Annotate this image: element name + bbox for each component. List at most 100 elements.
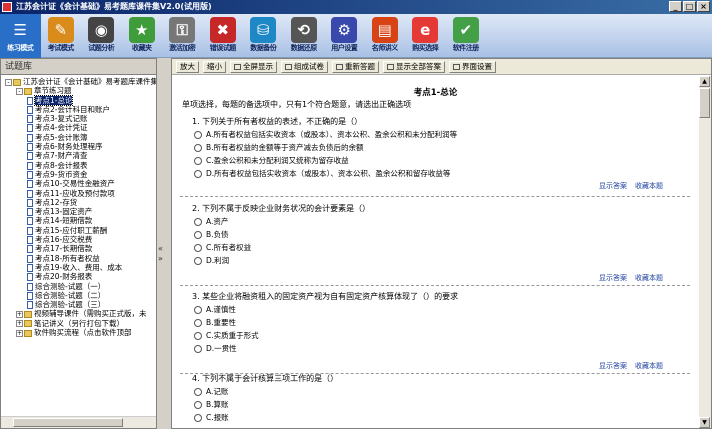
close-button[interactable]: × bbox=[697, 1, 710, 12]
collapse-left-icon[interactable]: « bbox=[158, 244, 163, 253]
answer-option[interactable]: D.所有者权益包括实收资本（或股本）、资本公积、盈余公积和留存收益等 bbox=[172, 167, 699, 180]
toolbar-button-mode[interactable]: ☰ 练习模式 bbox=[0, 14, 41, 58]
radio-button[interactable] bbox=[194, 401, 202, 409]
tree-item[interactable]: 考点2-会计科目和账户 bbox=[1, 105, 156, 114]
radio-button[interactable] bbox=[194, 170, 202, 178]
answer-option[interactable]: C.所有者权益 bbox=[172, 241, 699, 254]
toolbar-button-activate[interactable]: ⚿ 激活加密 bbox=[162, 14, 203, 58]
tree-item[interactable]: 考点17-长期借款 bbox=[1, 244, 156, 254]
toolbar-button-user-settings[interactable]: ⚙ 用户设置 bbox=[324, 14, 365, 58]
tree-item[interactable]: 考点16-应交税费 bbox=[1, 235, 156, 245]
radio-button[interactable] bbox=[194, 345, 202, 353]
radio-button[interactable] bbox=[194, 257, 202, 265]
collapse-icon[interactable]: - bbox=[5, 78, 12, 86]
radio-button[interactable] bbox=[194, 319, 202, 327]
radio-button[interactable] bbox=[194, 157, 202, 165]
tree-item[interactable]: 考点7-财产清查 bbox=[1, 151, 156, 161]
bookmark-link[interactable]: 收藏本题 bbox=[635, 274, 663, 282]
answer-option[interactable]: C.实质重于形式 bbox=[172, 329, 699, 342]
answer-option[interactable]: C.盈余公积和未分配利润又统称为留存收益 bbox=[172, 154, 699, 167]
answer-option[interactable]: C.报账 bbox=[172, 411, 699, 424]
horizontal-scrollbar[interactable] bbox=[1, 416, 156, 428]
tree-item[interactable]: 考点6-财务处理程序 bbox=[1, 142, 156, 152]
show-answer-link[interactable]: 显示答案 bbox=[599, 274, 627, 282]
vertical-scrollbar[interactable]: ▲ ▼ bbox=[699, 76, 711, 428]
tree-item[interactable]: 考点12-存货 bbox=[1, 198, 156, 207]
toolbar-button-error[interactable]: ✖ 错误试题 bbox=[203, 14, 244, 58]
toolbar-button-backup[interactable]: ⛁ 数据备份 bbox=[243, 14, 284, 58]
radio-button[interactable] bbox=[194, 388, 202, 396]
tree-folder[interactable]: - 江苏会计证《会计基础》易考题库课件集 bbox=[1, 77, 156, 86]
tree-item[interactable]: 考点4-会计凭证 bbox=[1, 123, 156, 133]
radio-button[interactable] bbox=[194, 231, 202, 239]
bookmark-link[interactable]: 收藏本题 bbox=[635, 362, 663, 370]
minimize-button[interactable]: _ bbox=[669, 1, 682, 12]
expand-icon[interactable]: + bbox=[16, 329, 23, 337]
toolbar-button-register[interactable]: ✔ 软件注册 bbox=[446, 14, 487, 58]
bookmark-link[interactable]: 收藏本题 bbox=[635, 182, 663, 190]
tree-folder[interactable]: + 笔记讲义（另行打包下载） bbox=[1, 319, 156, 328]
content-toolbar-button[interactable]: 缩小 bbox=[203, 60, 226, 73]
toolbar-label: 数据备份 bbox=[250, 44, 277, 52]
answer-option[interactable]: D.利润 bbox=[172, 254, 699, 267]
toolbar-button-lecture[interactable]: ▤ 名师讲义 bbox=[365, 14, 406, 58]
radio-button[interactable] bbox=[194, 332, 202, 340]
scrollbar-thumb[interactable] bbox=[13, 418, 123, 427]
radio-button[interactable] bbox=[194, 218, 202, 226]
maximize-button[interactable]: □ bbox=[683, 1, 696, 12]
answer-option[interactable]: A.谨慎性 bbox=[172, 303, 699, 316]
show-answer-link[interactable]: 显示答案 bbox=[599, 362, 627, 370]
tree-item[interactable]: 综合测验-试题（二） bbox=[1, 291, 156, 300]
answer-option[interactable]: A.所有者权益包括实收资本（或股本）、资本公积、盈余公积和未分配利润等 bbox=[172, 128, 699, 141]
answer-option[interactable]: B.算账 bbox=[172, 398, 699, 411]
content-toolbar-button[interactable]: 界面设置 bbox=[449, 60, 496, 73]
tree-folder[interactable]: + 软件购买流程（点击软件顶部 bbox=[1, 328, 156, 337]
radio-button[interactable] bbox=[194, 306, 202, 314]
answer-option[interactable]: B.所有者权益的金额等于资产减去负债后的余额 bbox=[172, 141, 699, 154]
radio-button[interactable] bbox=[194, 414, 202, 422]
show-answer-link[interactable]: 显示答案 bbox=[599, 182, 627, 190]
toolbar-button-ie[interactable]: e 购买选择 bbox=[405, 14, 446, 58]
expand-icon[interactable]: + bbox=[16, 320, 23, 328]
tree-item[interactable]: 考点10-交易性金融资产 bbox=[1, 179, 156, 189]
toolbar-button-restore[interactable]: ⟲ 数据还原 bbox=[284, 14, 325, 58]
answer-option[interactable]: B.重要性 bbox=[172, 316, 699, 329]
collapse-icon[interactable]: - bbox=[16, 87, 23, 95]
radio-button[interactable] bbox=[194, 244, 202, 252]
answer-option[interactable]: A.记账 bbox=[172, 385, 699, 398]
tree-item[interactable]: 考点11-应收及预付款项 bbox=[1, 189, 156, 198]
splitter[interactable]: « » bbox=[157, 58, 169, 429]
tree-item[interactable]: 考点14-短期借款 bbox=[1, 216, 156, 226]
toolbar-button-exam[interactable]: ✎ 考试模式 bbox=[41, 14, 82, 58]
toolbar-button-bookmark[interactable]: ★ 收藏夹 bbox=[122, 14, 163, 58]
settings-icon bbox=[453, 63, 460, 70]
tree-item[interactable]: 考点9-货币资金 bbox=[1, 170, 156, 179]
scroll-up-button[interactable]: ▲ bbox=[699, 76, 710, 87]
toolbar-button-analysis[interactable]: ◉ 试题分析 bbox=[81, 14, 122, 58]
expand-right-icon[interactable]: » bbox=[158, 254, 163, 263]
tree-item[interactable]: 考点15-应付职工薪酬 bbox=[1, 226, 156, 235]
answer-option[interactable]: A.资产 bbox=[172, 215, 699, 228]
scroll-down-button[interactable]: ▼ bbox=[699, 417, 710, 428]
tree-item[interactable]: 考点1-总论 bbox=[1, 94, 156, 106]
content-toolbar-button[interactable]: 重新答题 bbox=[332, 60, 379, 73]
content-toolbar-button[interactable]: 全屏显示 bbox=[230, 60, 277, 73]
radio-button[interactable] bbox=[194, 131, 202, 139]
tree-item[interactable]: 考点18-所有者权益 bbox=[1, 254, 156, 263]
tree-item[interactable]: 考点8-会计报表 bbox=[1, 161, 156, 170]
tree-item-label: 考点8-会计报表 bbox=[35, 160, 88, 170]
tree-folder[interactable]: + 视频辅导课件（需购买正式版，未 bbox=[1, 309, 156, 318]
radio-button[interactable] bbox=[194, 144, 202, 152]
expand-icon[interactable]: + bbox=[16, 310, 23, 318]
tree-item[interactable]: 考点20-财务报表 bbox=[1, 272, 156, 282]
tree-item[interactable]: 综合测验-试题（一） bbox=[1, 282, 156, 291]
answer-option[interactable]: D.一贯性 bbox=[172, 342, 699, 355]
content-toolbar-button[interactable]: 组成试卷 bbox=[281, 60, 328, 73]
scrollbar-thumb[interactable] bbox=[699, 88, 710, 118]
tree-item[interactable]: 考点19-收入、费用、成本 bbox=[1, 263, 156, 272]
content-toolbar-button[interactable]: 放大 bbox=[176, 60, 199, 73]
answer-option[interactable]: B.负债 bbox=[172, 228, 699, 241]
content-toolbar-button[interactable]: 显示全部答案 bbox=[383, 60, 445, 73]
tree-item[interactable]: 考点5-会计账簿 bbox=[1, 133, 156, 142]
tree-folder[interactable]: - 章节练习题 bbox=[1, 86, 156, 95]
